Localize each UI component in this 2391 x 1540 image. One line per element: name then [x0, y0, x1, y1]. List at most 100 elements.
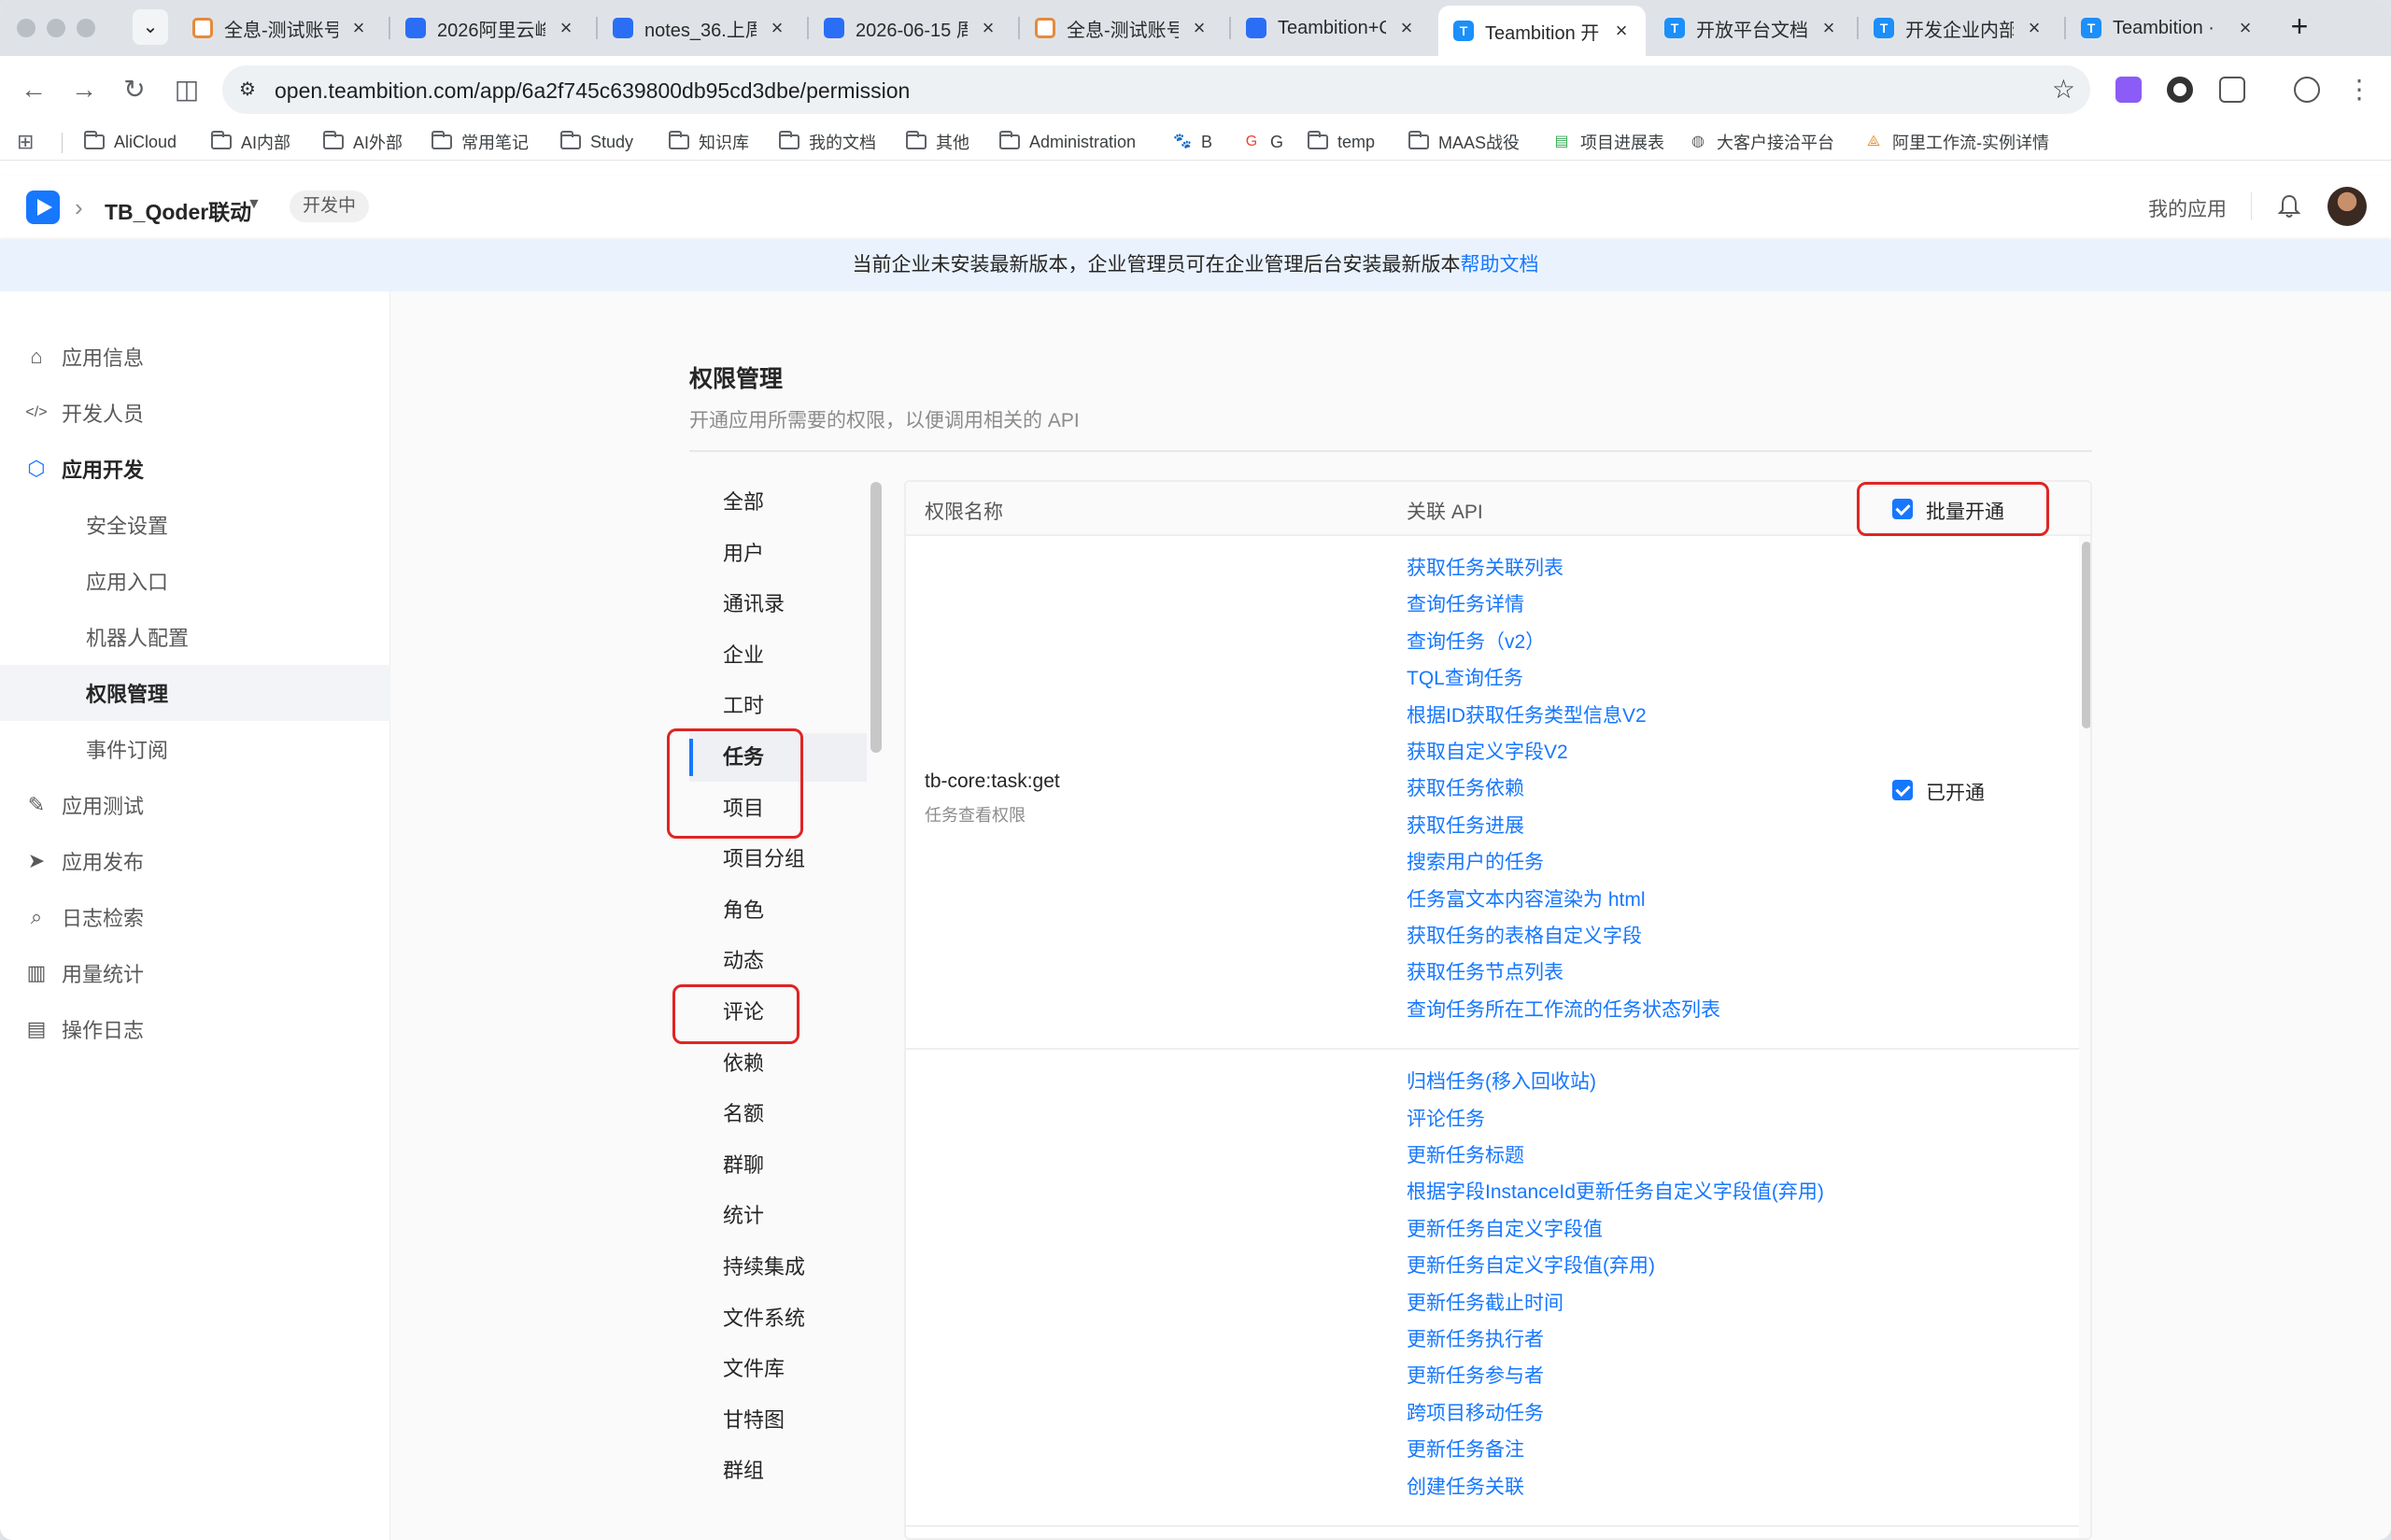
category-item[interactable]: 文件库 — [689, 1345, 867, 1393]
api-link[interactable]: 跨项目移动任务 — [1407, 1398, 1544, 1426]
api-link[interactable]: 查询任务详情 — [1407, 589, 1524, 617]
category-scrollbar[interactable] — [870, 482, 882, 1540]
api-link[interactable]: 查询任务所在工作流的任务状态列表 — [1407, 995, 1720, 1023]
api-link[interactable]: 根据ID获取任务类型信息V2 — [1407, 700, 1647, 728]
reload-button[interactable]: ↻ — [118, 73, 151, 106]
category-item[interactable]: 依赖 — [689, 1039, 867, 1088]
category-item[interactable]: 用户 — [689, 530, 867, 578]
app-name[interactable]: TB_Qoder联动 — [105, 194, 251, 226]
bookmark-item[interactable]: ▤ 项目进展表 — [1552, 129, 1664, 155]
tab-close-icon[interactable]: × — [1818, 16, 1840, 40]
sidebar-item[interactable]: ▥ 用量统计 — [0, 945, 390, 1001]
api-link[interactable]: 获取任务依赖 — [1407, 773, 1524, 801]
bookmark-item[interactable]: Administration — [999, 129, 1136, 155]
category-item[interactable]: 群聊 — [689, 1141, 867, 1190]
api-link[interactable]: 查询任务（v2） — [1407, 627, 1545, 655]
sidebar-item[interactable]: ⬡ 应用开发 — [0, 441, 390, 497]
api-link[interactable]: 更新任务参与者 — [1407, 1361, 1544, 1389]
profile-icon[interactable] — [2294, 77, 2320, 103]
teambition-logo[interactable] — [26, 191, 60, 224]
api-link[interactable]: TQL查询任务 — [1407, 663, 1523, 691]
api-link[interactable]: 更新任务自定义字段值 — [1407, 1214, 1603, 1242]
api-link[interactable]: 获取任务关联列表 — [1407, 553, 1563, 581]
tab-close-icon[interactable]: × — [1188, 16, 1210, 40]
browser-tab[interactable]: Teambition+Q × — [1231, 7, 1431, 49]
category-item[interactable]: 企业 — [689, 631, 867, 680]
sidebar-item[interactable]: 事件订阅 — [0, 721, 390, 777]
tab-close-icon[interactable]: × — [977, 16, 999, 40]
api-link[interactable]: 获取任务节点列表 — [1407, 957, 1563, 985]
api-link[interactable]: 任务富文本内容渲染为 html — [1407, 884, 1646, 912]
api-link[interactable]: 更新任务标题 — [1407, 1140, 1524, 1168]
category-item[interactable]: 群组 — [689, 1447, 867, 1495]
api-link[interactable]: 获取任务的表格自定义字段 — [1407, 921, 1642, 949]
api-link[interactable]: 更新任务自定义字段值(弃用) — [1407, 1250, 1655, 1279]
sidebar-item[interactable]: ⌕ 日志检索 — [0, 889, 390, 945]
category-item[interactable]: 文件系统 — [689, 1294, 867, 1343]
bookmark-item[interactable]: 知识库 — [669, 129, 749, 155]
tab-close-icon[interactable]: × — [347, 16, 370, 40]
sidebar-item[interactable]: </> 开发人员 — [0, 385, 390, 441]
bookmark-item[interactable]: AI内部 — [211, 129, 290, 155]
api-link[interactable]: 评论任务 — [1407, 1104, 1485, 1132]
category-scrollbar-thumb[interactable] — [870, 482, 882, 753]
api-link[interactable]: 创建任务关联 — [1407, 1472, 1524, 1500]
category-item[interactable]: 通讯录 — [689, 580, 867, 629]
table-scrollbar[interactable] — [2079, 536, 2090, 1538]
api-link[interactable]: 更新任务备注 — [1407, 1434, 1524, 1462]
tab-close-icon[interactable]: × — [2234, 16, 2257, 40]
tab-close-icon[interactable]: × — [1395, 16, 1418, 40]
tab-search-dropdown[interactable]: ⌄ — [133, 9, 168, 45]
browser-tab[interactable]: T Teambition 开 × — [1438, 6, 1646, 56]
browser-menu-button[interactable]: ⋮ — [2342, 73, 2376, 106]
bookmark-item[interactable]: 常用笔记 — [432, 129, 529, 155]
site-settings-icon[interactable]: ⚙ — [235, 78, 260, 102]
bookmark-item[interactable]: Study — [560, 129, 633, 155]
bookmark-item[interactable]: GG — [1242, 129, 1283, 155]
sidebar-item[interactable]: 安全设置 — [0, 497, 390, 553]
category-item[interactable]: 角色 — [689, 886, 867, 935]
browser-tab[interactable]: 全息-测试账号 × — [177, 7, 383, 49]
enabled-checkbox[interactable] — [1892, 780, 1913, 801]
browser-tab[interactable]: 2026阿里云峰 × — [390, 7, 590, 49]
url-text[interactable]: open.teambition.com/app/6a2f745c639800db… — [275, 78, 910, 104]
api-link[interactable]: 更新任务执行者 — [1407, 1324, 1544, 1352]
sidebar-item[interactable]: 应用入口 — [0, 553, 390, 609]
sidebar-item[interactable]: 权限管理 — [0, 665, 390, 721]
category-item[interactable]: 任务 — [689, 733, 867, 782]
tab-close-icon[interactable]: × — [1610, 19, 1633, 43]
category-item[interactable]: 项目 — [689, 784, 867, 833]
browser-tab[interactable]: T 开发企业内部应 × — [1859, 7, 2059, 49]
category-item[interactable]: 全部 — [689, 478, 867, 527]
category-item[interactable]: 评论 — [689, 988, 867, 1037]
category-item[interactable]: 动态 — [689, 937, 867, 985]
sidebar-item[interactable]: ✎ 应用测试 — [0, 777, 390, 833]
extension-circle-icon[interactable] — [2167, 77, 2193, 103]
bookmark-item[interactable]: ◍ 大客户接洽平台 — [1689, 129, 1834, 155]
split-view-button[interactable]: ◫ — [170, 73, 204, 106]
sidebar-item[interactable]: ⌂ 应用信息 — [0, 329, 390, 385]
browser-tab[interactable]: T Teambition · × — [2066, 7, 2270, 49]
category-item[interactable]: 项目分组 — [689, 835, 867, 883]
bookmark-star-icon[interactable]: ☆ — [2052, 75, 2075, 105]
bookmark-item[interactable]: 🐾 B — [1173, 129, 1212, 155]
bookmark-item[interactable]: 我的文档 — [779, 129, 876, 155]
apps-grid-icon[interactable]: ⊞ — [17, 129, 34, 155]
api-link[interactable]: 根据字段InstanceId更新任务自定义字段值(弃用) — [1407, 1177, 1824, 1205]
category-item[interactable]: 名额 — [689, 1090, 867, 1138]
bookmark-item[interactable]: AI外部 — [323, 129, 403, 155]
api-link[interactable]: 归档任务(移入回收站) — [1407, 1067, 1596, 1095]
sidebar-item[interactable]: ▤ 操作日志 — [0, 1001, 390, 1057]
extension-m-icon[interactable] — [2115, 77, 2142, 103]
category-item[interactable]: 统计 — [689, 1192, 867, 1240]
api-link[interactable]: 更新任务截止时间 — [1407, 1288, 1563, 1316]
category-item[interactable]: 持续集成 — [689, 1243, 867, 1292]
back-button[interactable]: ← — [17, 73, 50, 106]
bookmark-item[interactable]: temp — [1308, 129, 1375, 155]
api-link[interactable]: 获取自定义字段V2 — [1407, 737, 1568, 765]
table-scrollbar-thumb[interactable] — [2082, 542, 2090, 728]
tab-close-icon[interactable]: × — [766, 16, 788, 40]
batch-enable-label[interactable]: 批量开通 — [1926, 497, 2004, 525]
caret-down-icon[interactable]: ▼ — [247, 196, 262, 213]
extensions-puzzle-icon[interactable] — [2219, 77, 2245, 103]
